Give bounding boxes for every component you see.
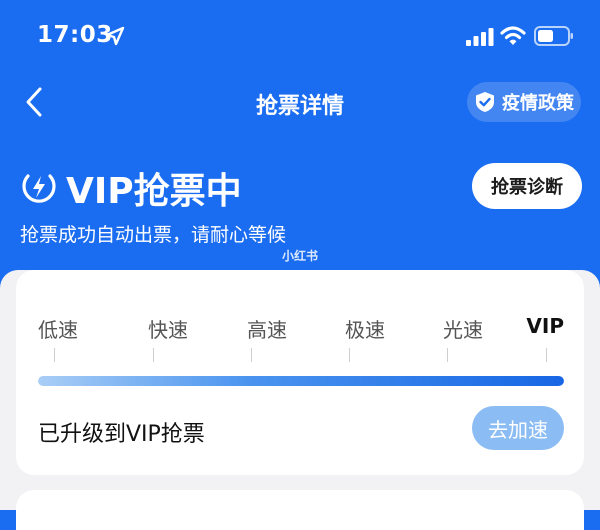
speed-tick [54,348,55,362]
speed-tick [546,348,547,362]
ticket-diagnose-button[interactable]: 抢票诊断 [472,163,582,209]
nav-bar: 抢票详情 疫情政策 [0,78,600,128]
speed-tick [349,348,350,362]
lightning-bolt-icon [22,174,56,203]
speed-level-extreme: 极速 [345,318,385,342]
accelerate-button[interactable]: 去加速 [472,406,564,450]
vip-status-subtitle: 抢票成功自动出票，请耐心等候 [20,224,287,246]
battery-icon [534,26,573,46]
speed-tick [447,348,448,362]
signal-icon [466,28,494,46]
status-bar: 17:03 [0,0,600,76]
upgrade-status-text: 已升级到VIP抢票 [38,422,205,447]
location-arrow-icon [105,26,125,46]
next-card [16,490,584,530]
speed-level-fast: 快速 [148,318,188,342]
epidemic-policy-label: 疫情政策 [502,93,574,114]
speed-level-vip: VIP [526,314,564,338]
shield-check-icon [476,92,494,112]
speed-level-light: 光速 [443,318,483,342]
speed-progress-fill [38,376,564,386]
speed-level-low: 低速 [38,318,78,342]
speed-levels: 低速 快速 高速 极速 光速 VIP [38,314,566,344]
speed-tick [251,348,252,362]
speed-card: 低速 快速 高速 极速 光速 VIP 已升级到VIP抢票 去加速 [16,270,584,475]
watermark: 小红书 [282,249,319,263]
vip-status-title: VIP抢票中 [66,171,242,212]
status-time: 17:03 [37,22,113,48]
speed-level-high: 高速 [247,318,287,342]
speed-progress-bar [38,376,564,386]
epidemic-policy-button[interactable]: 疫情政策 [467,82,581,122]
wifi-icon [500,26,526,45]
speed-card-area: 低速 快速 高速 极速 光速 VIP 已升级到VIP抢票 去加速 [0,270,600,530]
speed-tick [153,348,154,362]
